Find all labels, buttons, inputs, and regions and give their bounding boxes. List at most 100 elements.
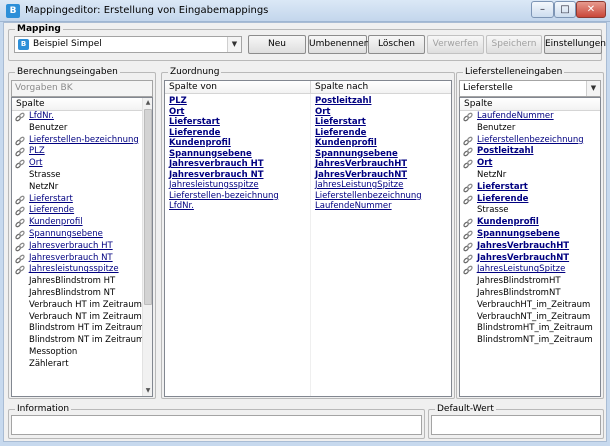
lieferstellen-list[interactable]: Spalte LaufendeNummer Benutzer Lieferstell… (459, 97, 601, 397)
lieferstellen-list-item[interactable]: VerbrauchNT_im_Zeitraum (460, 312, 600, 324)
table-row[interactable]: Lieferstart Lieferstart (165, 117, 451, 128)
berechnung-list-item[interactable]: Lieferstellen-bezeichnung (12, 135, 152, 147)
lieferstellen-list-item[interactable]: Strasse (460, 205, 600, 217)
berechnung-list[interactable]: Spalte LfdNr. Benutzer Lieferstellen-bezei… (11, 97, 153, 397)
berechnung-list-item[interactable]: Lieferstart (12, 194, 152, 206)
berechnung-list-item[interactable]: Kundenprofil (12, 217, 152, 229)
lieferstellen-list-item-label: Lieferstart (477, 181, 528, 192)
table-row[interactable]: Jahresverbrauch NT JahresVerbrauchNT (165, 170, 451, 181)
lieferstellen-select[interactable]: Lieferstelle ▼ (459, 80, 601, 97)
berechnung-list-item[interactable]: JahresBlindstrom HT (12, 276, 152, 288)
link-icon (15, 147, 25, 157)
speichern-button[interactable]: Speichern (486, 35, 542, 54)
chevron-down-icon[interactable]: ▼ (227, 37, 241, 52)
mapping-select-value: Beispiel Simpel (33, 39, 102, 49)
berechnung-list-item[interactable]: JahresBlindstrom NT (12, 288, 152, 300)
neu-button[interactable]: Neu (248, 35, 306, 54)
berechnung-list-item[interactable]: Blindstrom HT im Zeitraum (12, 323, 152, 335)
lieferstellen-list-item-label: BlindstromNT_im_Zeitraum (477, 335, 593, 346)
berechnung-scrollbar[interactable]: ▲ ▼ (142, 98, 152, 396)
link-icon (15, 230, 25, 240)
berechnung-list-item[interactable]: PLZ (12, 146, 152, 158)
lieferstellen-list-item[interactable]: Kundenprofil (460, 217, 600, 229)
scroll-down-icon[interactable]: ▼ (143, 386, 152, 396)
table-row[interactable]: LfdNr. LaufendeNummer (165, 201, 451, 212)
lieferstellen-list-item[interactable]: NetzNr (460, 170, 600, 182)
berechnung-list-item[interactable]: Lieferende (12, 205, 152, 217)
lieferstellen-list-item[interactable]: Postleitzahl (460, 146, 600, 158)
table-row[interactable]: Ort Ort (165, 107, 451, 118)
berechnung-list-item[interactable]: Blindstrom NT im Zeitraum (12, 335, 152, 347)
berechnung-list-item-label: Jahresleistungsspitze (29, 264, 119, 275)
lieferstellen-list-item[interactable]: Lieferstellenbezeichnung (460, 135, 600, 147)
link-icon (15, 206, 25, 216)
header-spalte-nach[interactable]: Spalte nach (315, 82, 368, 92)
table-row[interactable]: Jahresleistungsspitze JahresLeistungSpitz… (165, 180, 451, 191)
berechnung-list-item[interactable]: Spannungsebene (12, 229, 152, 241)
lieferstellen-list-item[interactable]: Benutzer (460, 123, 600, 135)
berechnung-list-item[interactable]: Jahresleistungsspitze (12, 264, 152, 276)
maximize-button[interactable]: □ (554, 1, 576, 18)
close-button[interactable]: ✕ (576, 1, 606, 18)
chevron-down-icon[interactable]: ▼ (586, 81, 600, 96)
einstellungen-button[interactable]: Einstellungen (544, 35, 606, 54)
verwerfen-button[interactable]: Verwerfen (427, 35, 484, 54)
berechnung-list-item[interactable]: Strasse (12, 170, 152, 182)
scroll-up-icon[interactable]: ▲ (143, 98, 152, 108)
berechnung-list-item[interactable]: NetzNr (12, 182, 152, 194)
cell-spalte-nach: Lieferende (315, 127, 367, 138)
default-wert-field[interactable] (431, 415, 601, 435)
lieferstellen-list-item[interactable]: JahresLeistungSpitze (460, 264, 600, 276)
lieferstellen-list-item[interactable]: BlindstromNT_im_Zeitraum (460, 335, 600, 347)
information-field[interactable] (11, 415, 422, 435)
berechnung-list-item-label: Zählerart (29, 358, 69, 369)
lieferstellen-list-item[interactable]: Spannungsebene (460, 229, 600, 241)
cell-spalte-nach: JahresLeistungSpitze (315, 180, 404, 190)
scroll-thumb[interactable] (144, 109, 152, 305)
link-icon (463, 195, 473, 205)
lieferstellen-list-item[interactable]: JahresVerbrauchHT (460, 241, 600, 253)
table-row[interactable]: PLZ Postleitzahl (165, 96, 451, 107)
berechnung-list-item[interactable]: Verbrauch NT im Zeitraum (12, 312, 152, 324)
lieferstellen-list-item[interactable]: BlindstromHT_im_Zeitraum (460, 323, 600, 335)
cell-spalte-nach: LaufendeNummer (315, 201, 392, 211)
lieferstellen-list-item-label: JahresBlindstromHT (477, 276, 561, 287)
lieferstellen-list-item-label: Postleitzahl (477, 146, 534, 157)
lieferstellen-list-item[interactable]: VerbrauchHT_im_Zeitraum (460, 300, 600, 312)
zuordnung-table[interactable]: Spalte von Spalte nach PLZ Postleitzahl Or… (164, 80, 452, 397)
default-wert-legend: Default-Wert (435, 404, 496, 415)
lieferstellen-list-item[interactable]: JahresVerbrauchNT (460, 253, 600, 265)
loeschen-button[interactable]: Löschen (368, 35, 425, 54)
lieferstellen-column-header[interactable]: Spalte (460, 98, 600, 111)
berechnung-list-item[interactable]: Messoption (12, 347, 152, 359)
berechnung-select[interactable]: Vorgaben BK (11, 80, 153, 97)
berechnung-list-item[interactable]: Verbrauch HT im Zeitraum (12, 300, 152, 312)
mapping-select[interactable]: B Beispiel Simpel ▼ (14, 36, 242, 53)
table-row[interactable]: Lieferende Lieferende (165, 128, 451, 139)
berechnung-list-item[interactable]: LfdNr. (12, 111, 152, 123)
lieferstellen-list-item[interactable]: LaufendeNummer (460, 111, 600, 123)
lieferstellen-list-item[interactable]: JahresBlindstromNT (460, 288, 600, 300)
berechnung-column-header[interactable]: Spalte (12, 98, 152, 111)
header-spalte-von[interactable]: Spalte von (169, 82, 217, 92)
berechnung-list-item-label: Strasse (29, 169, 61, 180)
berechnung-list-item-label: Verbrauch HT im Zeitraum (29, 299, 142, 310)
lieferstellen-list-item[interactable]: Lieferstart (460, 182, 600, 194)
lieferstellen-legend: Lieferstelleneingaben (463, 67, 565, 78)
berechnung-list-item[interactable]: Benutzer (12, 123, 152, 135)
berechnung-list-item[interactable]: Jahresverbrauch NT (12, 253, 152, 265)
lieferstellen-list-item[interactable]: Lieferende (460, 194, 600, 206)
table-row[interactable]: Jahresverbrauch HT JahresVerbrauchHT (165, 159, 451, 170)
table-row[interactable]: Lieferstellen-bezeichnung Lieferstellenbe… (165, 191, 451, 202)
minimize-button[interactable]: – (531, 1, 554, 18)
berechnung-list-item[interactable]: Jahresverbrauch HT (12, 241, 152, 253)
lieferstellen-list-item-label: JahresLeistungSpitze (477, 264, 566, 275)
title-bar: B Mappingeditor: Erstellung von Eingabem… (0, 0, 610, 22)
umbenennen-button[interactable]: Umbenennen (308, 35, 370, 54)
table-row[interactable]: Kundenprofil Kundenprofil (165, 138, 451, 149)
table-row[interactable]: Spannungsebene Spannungsebene (165, 149, 451, 160)
lieferstellen-list-item[interactable]: Ort (460, 158, 600, 170)
lieferstellen-list-item[interactable]: JahresBlindstromHT (460, 276, 600, 288)
berechnung-list-item[interactable]: Ort (12, 158, 152, 170)
berechnung-list-item[interactable]: Zählerart (12, 359, 152, 371)
